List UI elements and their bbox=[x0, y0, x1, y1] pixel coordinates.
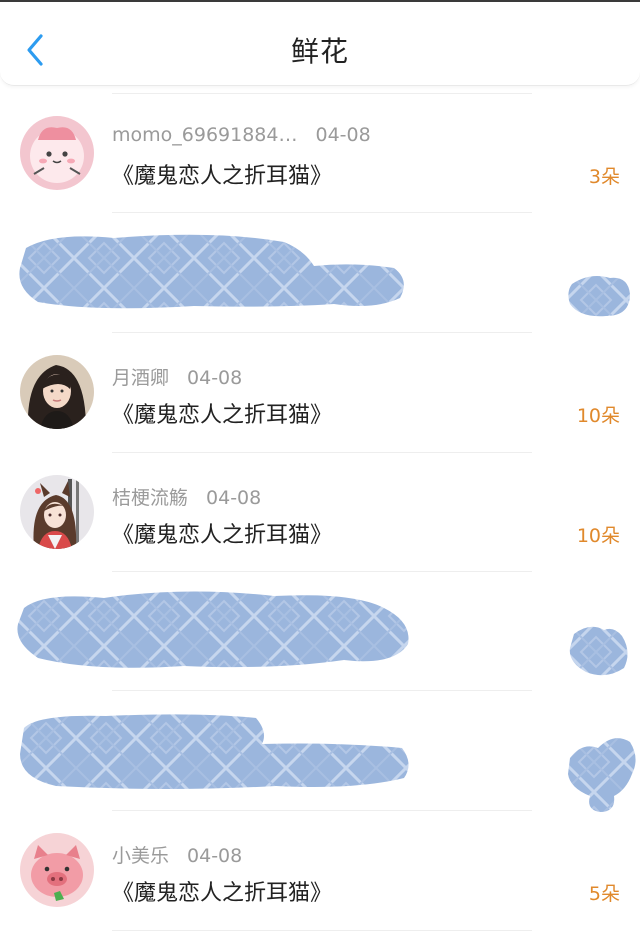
redacted-content bbox=[14, 228, 406, 318]
photo-avatar-icon bbox=[20, 355, 94, 429]
flower-count: 3朵 bbox=[588, 166, 620, 188]
user-name[interactable]: 小美乐 bbox=[112, 845, 169, 867]
list-item[interactable]: momo_69691884… 04-08 《魔鬼恋人之折耳猫》 3朵 bbox=[0, 94, 640, 212]
avatar[interactable] bbox=[20, 355, 94, 429]
user-meta: momo_69691884… 04-08 bbox=[112, 124, 371, 146]
date: 04-08 bbox=[187, 845, 243, 867]
avatar[interactable] bbox=[20, 116, 94, 190]
pig-avatar-icon bbox=[20, 833, 94, 907]
anime-avatar-icon bbox=[20, 475, 94, 549]
user-name[interactable]: momo_69691884… bbox=[112, 124, 297, 146]
user-name[interactable]: 月酒卿 bbox=[112, 367, 169, 389]
divider bbox=[112, 571, 532, 572]
redacted-count bbox=[566, 270, 632, 324]
flower-count: 10朵 bbox=[576, 525, 620, 547]
list-item[interactable]: 桔梗流觞 04-08 《魔鬼恋人之折耳猫》 10朵 bbox=[0, 453, 640, 571]
list-item[interactable]: 月酒卿 04-08 《魔鬼恋人之折耳猫》 10朵 bbox=[0, 333, 640, 451]
user-meta: 小美乐 04-08 bbox=[112, 841, 242, 868]
book-title[interactable]: 《魔鬼恋人之折耳猫》 bbox=[112, 158, 332, 190]
list-item[interactable]: 小美乐 04-08 《魔鬼恋人之折耳猫》 5朵 bbox=[0, 811, 640, 929]
book-title[interactable]: 《魔鬼恋人之折耳猫》 bbox=[112, 875, 332, 907]
redacted-count bbox=[566, 622, 632, 682]
date: 04-08 bbox=[187, 367, 243, 389]
divider bbox=[112, 690, 532, 691]
divider bbox=[112, 212, 532, 213]
status-line bbox=[0, 0, 640, 2]
date: 04-08 bbox=[315, 124, 371, 146]
book-title[interactable]: 《魔鬼恋人之折耳猫》 bbox=[112, 517, 332, 549]
flower-count: 10朵 bbox=[576, 405, 620, 427]
flower-count: 5朵 bbox=[588, 883, 620, 905]
date: 04-08 bbox=[206, 487, 262, 509]
user-meta: 桔梗流觞 04-08 bbox=[112, 483, 261, 510]
book-title[interactable]: 《魔鬼恋人之折耳猫》 bbox=[112, 397, 332, 429]
divider bbox=[112, 930, 532, 931]
user-meta: 月酒卿 04-08 bbox=[112, 363, 242, 390]
avatar[interactable] bbox=[20, 833, 94, 907]
redacted-content bbox=[14, 586, 412, 678]
avatar[interactable] bbox=[20, 475, 94, 549]
redacted-count bbox=[564, 732, 638, 818]
user-name[interactable]: 桔梗流觞 bbox=[112, 487, 188, 509]
redacted-content bbox=[16, 708, 414, 798]
pink-blob-avatar-icon bbox=[20, 116, 94, 190]
page-title: 鲜花 bbox=[290, 35, 349, 68]
top-bar: 鲜花 bbox=[0, 0, 640, 86]
